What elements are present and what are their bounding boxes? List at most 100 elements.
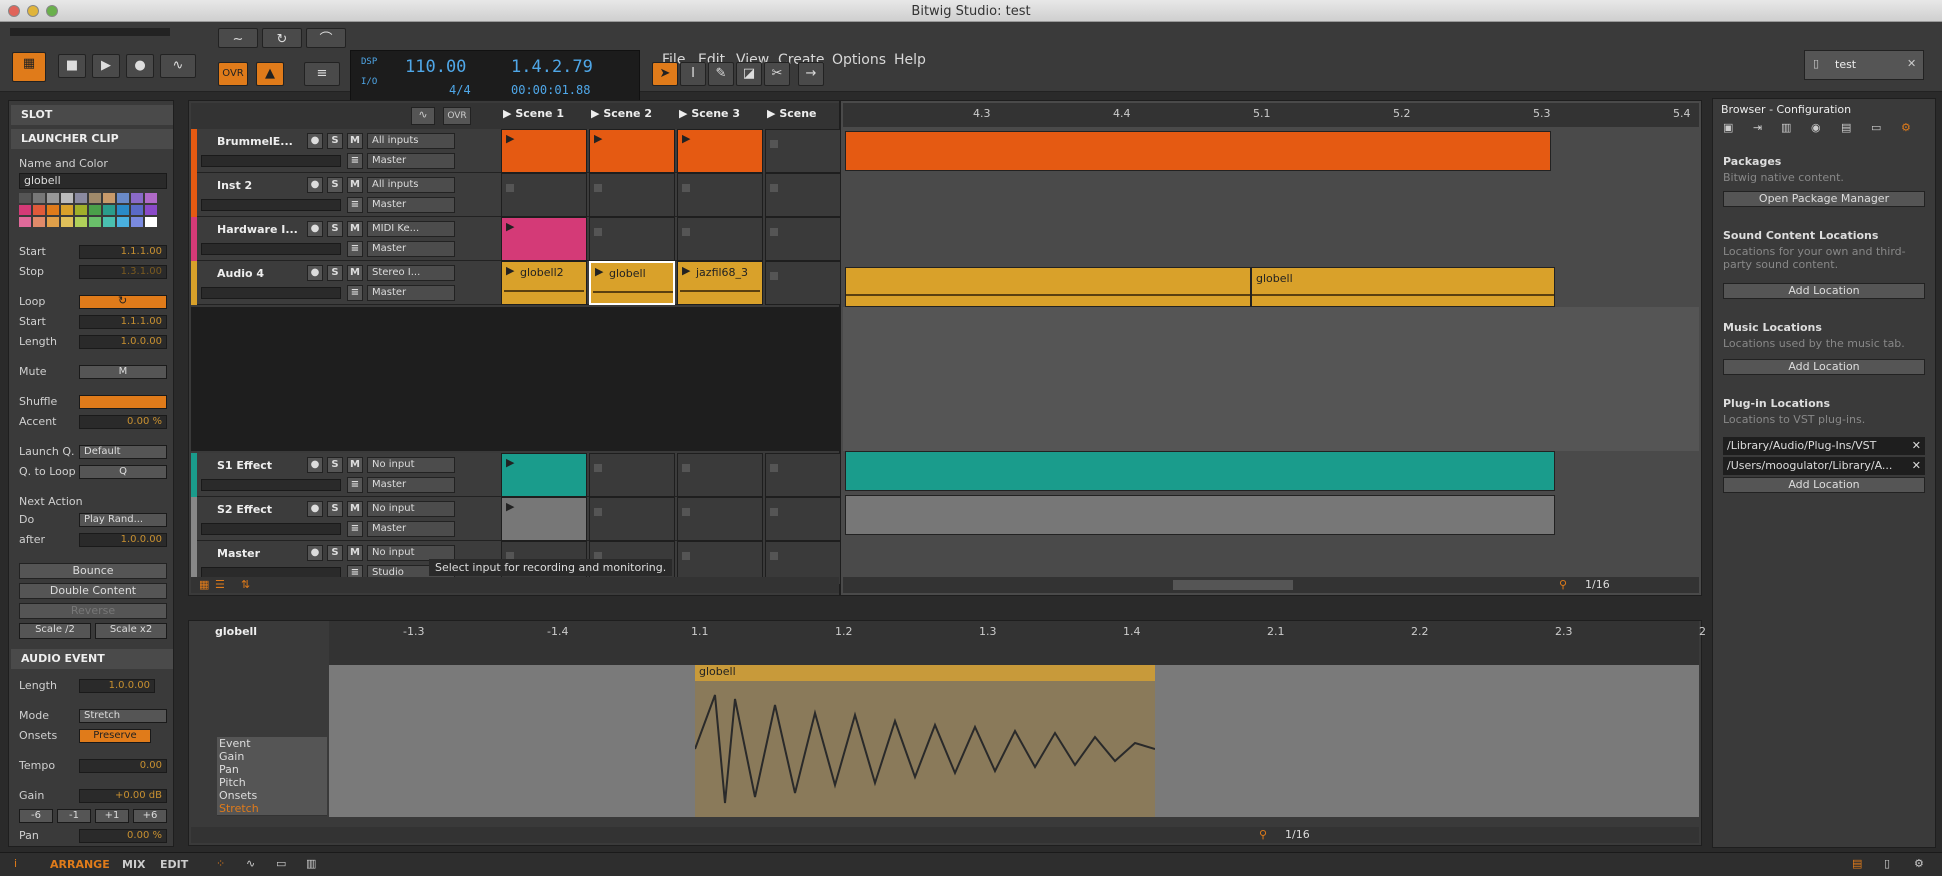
color-swatch[interactable] — [103, 217, 115, 227]
solo-button[interactable]: S — [327, 265, 343, 281]
devices-tab-icon[interactable]: ▣ — [1723, 121, 1733, 134]
horizontal-scrollbar[interactable] — [1173, 580, 1293, 590]
clip-slot[interactable] — [765, 129, 851, 173]
open-package-manager-button[interactable]: Open Package Manager — [1723, 191, 1925, 207]
lane-label[interactable]: Onsets — [217, 789, 327, 803]
files-tab-icon[interactable]: ▤ — [1841, 121, 1851, 134]
slot-header[interactable]: SLOT — [11, 105, 173, 125]
length-field[interactable]: 1.0.0.00 — [79, 335, 167, 349]
tempo-display[interactable]: 110.00 — [405, 57, 466, 77]
arranger-audio-clip[interactable]: globell — [1251, 267, 1555, 307]
clip-slot[interactable] — [501, 173, 587, 217]
arranger-audio-clip[interactable] — [845, 267, 1251, 307]
pan-field[interactable]: 0.00 % — [79, 829, 167, 843]
file-icon[interactable]: ▯ — [1884, 857, 1890, 870]
pointer-tool[interactable]: ➤ — [652, 62, 678, 86]
stop-field[interactable]: 1.3.1.00 — [79, 265, 167, 279]
solo-button[interactable]: S — [327, 133, 343, 149]
play-icon[interactable]: ▶ — [506, 220, 514, 233]
mute-button[interactable]: M — [79, 365, 167, 379]
remove-icon[interactable]: ✕ — [1912, 459, 1921, 472]
samples-tab-icon[interactable]: ▥ — [1781, 121, 1791, 134]
list-view-icon[interactable]: ☰ — [215, 578, 225, 591]
mixer-panel-icon[interactable]: ▥ — [306, 857, 316, 870]
solo-button[interactable]: S — [327, 545, 343, 561]
launcher-overdub-button[interactable]: OVR — [443, 107, 471, 125]
add-music-location-button[interactable]: Add Location — [1723, 359, 1925, 375]
track-output-select[interactable]: Master — [367, 285, 455, 301]
color-swatch[interactable] — [75, 193, 87, 203]
settings-icon[interactable]: ⚙ — [1914, 857, 1924, 870]
accent-field[interactable]: 0.00 % — [79, 415, 167, 429]
after-field[interactable]: 1.0.0.00 — [79, 533, 167, 547]
mute-button[interactable]: M — [347, 265, 363, 281]
clip-slot[interactable] — [765, 261, 851, 305]
color-swatch[interactable] — [89, 217, 101, 227]
record-arm-button[interactable]: ● — [307, 177, 323, 193]
punch-button[interactable]: ⌒ — [306, 28, 346, 48]
solo-button[interactable]: S — [327, 501, 343, 517]
record-arm-button[interactable]: ● — [307, 457, 323, 473]
color-swatch[interactable] — [19, 205, 31, 215]
play-icon[interactable]: ▶ — [506, 132, 514, 145]
play-icon[interactable]: ▶ — [506, 264, 514, 277]
track-menu-icon[interactable]: ≡ — [347, 197, 363, 213]
gain-plus6-button[interactable]: +6 — [133, 809, 167, 823]
play-icon[interactable]: ▶ — [506, 500, 514, 513]
gear-icon[interactable]: ⚙ — [1901, 121, 1911, 134]
color-swatch[interactable] — [145, 205, 157, 215]
clip-slot[interactable]: ▶ — [501, 453, 587, 497]
track-output-select[interactable]: Master — [367, 241, 455, 257]
color-swatch[interactable] — [75, 217, 87, 227]
position-display[interactable]: 1.4.2.79 — [511, 57, 593, 77]
clip-slot[interactable]: ▶ globell — [589, 261, 675, 305]
time-signature[interactable]: 4/4 — [449, 83, 471, 97]
color-swatch[interactable] — [19, 193, 31, 203]
track-name[interactable]: BrummelE... — [217, 135, 293, 148]
arranger-ruler[interactable]: 4.3 4.4 5.1 5.2 5.3 5.4 — [843, 103, 1699, 127]
clip-slot[interactable] — [589, 497, 675, 541]
q-to-loop-button[interactable]: Q — [79, 465, 167, 479]
launcher-panel-icon[interactable]: ⁘ — [216, 857, 225, 870]
scale-half-button[interactable]: Scale /2 — [19, 623, 91, 639]
gain-plus1-button[interactable]: +1 — [95, 809, 129, 823]
color-swatch[interactable] — [131, 217, 143, 227]
color-swatch[interactable] — [103, 205, 115, 215]
color-swatch[interactable] — [89, 205, 101, 215]
color-swatch[interactable] — [145, 217, 157, 227]
color-swatch[interactable] — [117, 193, 129, 203]
color-swatch[interactable] — [47, 205, 59, 215]
editor-grid-quantize[interactable]: 1/16 — [1285, 828, 1310, 841]
mode-select[interactable]: Stretch — [79, 709, 167, 723]
eraser-tool[interactable]: ◪ — [736, 62, 762, 86]
arranger-effect-clip[interactable] — [845, 495, 1555, 535]
color-swatch[interactable] — [117, 205, 129, 215]
clip-slot[interactable]: ▶ globell2 — [501, 261, 587, 305]
knife-tool[interactable]: ✂ — [764, 62, 790, 86]
clip-slot[interactable]: ▶ — [677, 129, 763, 173]
track-name[interactable]: S1 Effect — [217, 459, 272, 472]
volume-slider[interactable] — [201, 523, 341, 535]
tempo-field[interactable]: 0.00 — [79, 759, 167, 773]
remove-icon[interactable]: ✕ — [1912, 439, 1921, 452]
arranger-effect-clip[interactable] — [845, 451, 1555, 491]
clip-slot[interactable] — [765, 173, 851, 217]
pencil-tool[interactable]: ✎ — [708, 62, 734, 86]
solo-button[interactable]: S — [327, 457, 343, 473]
play-icon[interactable]: ▶ — [506, 456, 514, 469]
ae-length-field[interactable]: 1.0.0.00 — [79, 679, 155, 693]
color-swatch[interactable] — [61, 217, 73, 227]
gain-field[interactable]: +0.00 dB — [79, 789, 167, 803]
play-icon[interactable]: ▶ — [595, 265, 603, 278]
mute-button[interactable]: M — [347, 501, 363, 517]
track-name[interactable]: Audio 4 — [217, 267, 264, 280]
track-output-select[interactable]: Master — [367, 521, 455, 537]
color-swatch[interactable] — [61, 205, 73, 215]
track-output-select[interactable]: Master — [367, 477, 455, 493]
automation-write-button[interactable]: ∿ — [160, 54, 196, 78]
browser-toggle-icon[interactable]: ▤ — [1852, 857, 1862, 870]
track-output-select[interactable]: Master — [367, 197, 455, 213]
color-swatch[interactable] — [103, 193, 115, 203]
sort-icon[interactable]: ⇅ — [241, 578, 250, 591]
clip-name-field[interactable]: globell — [19, 173, 167, 189]
